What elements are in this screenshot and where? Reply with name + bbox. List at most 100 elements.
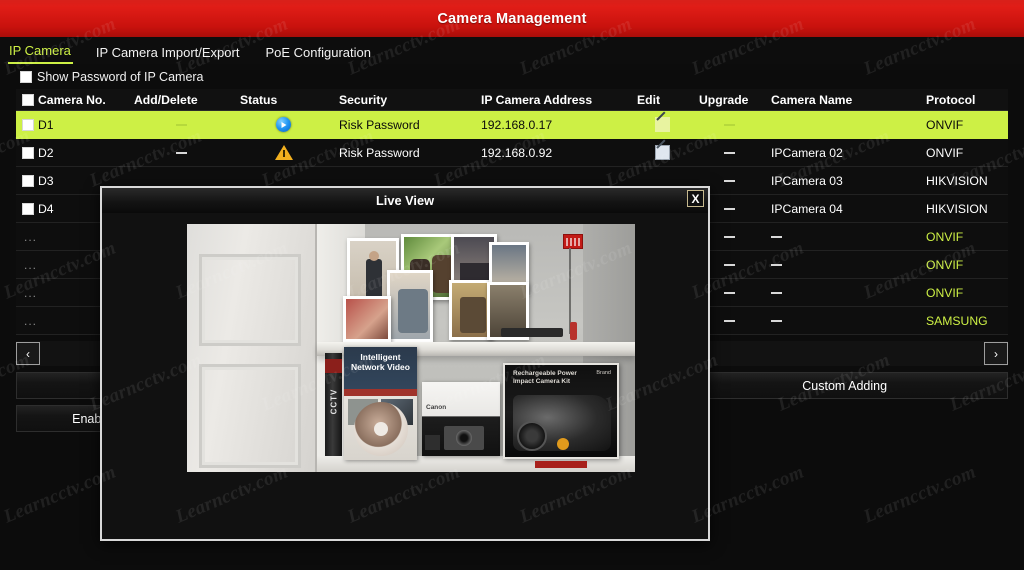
tab-poe-configuration-label: PoE Configuration [265,45,371,60]
tab-ip-camera-import-export-label: IP Camera Import/Export [96,45,240,60]
cell-camera-name[interactable] [765,251,920,278]
cell-security: Risk Password [333,111,475,138]
cell-status[interactable] [234,111,333,138]
dash-icon [771,264,782,266]
cell-camera-name[interactable] [765,279,920,306]
cell-status[interactable] [234,139,333,166]
column-header-camera-no[interactable]: Camera No. [16,93,128,107]
camera-no-label: D3 [38,174,54,188]
video-canon-label: Canon [426,404,446,411]
video-book-red-bar [344,389,417,396]
cell-camera-name[interactable]: IPCamera 04 [765,195,920,222]
column-header-upgrade[interactable]: Upgrade [693,93,765,107]
tab-bar: IP Camera IP Camera Import/Export PoE Co… [0,37,1024,64]
video-drill-wheel [517,421,547,451]
cell-upgrade[interactable] [693,139,765,166]
camera-management-window: Camera Management IP Camera IP Camera Im… [0,0,1024,570]
cell-add-delete[interactable] [128,111,234,138]
live-view-body: Intelligent Network Video Canon Recharge [102,213,708,539]
protocol-label: ONVIF [926,146,963,160]
security-label: Risk Password [339,146,420,160]
camera-no-placeholder: ... [24,314,37,328]
column-header-add-delete[interactable]: Add/Delete [128,93,234,107]
camera-no-placeholder: ... [24,230,37,244]
ip-address-label: 192.168.0.17 [481,118,552,132]
cell-ip-address: 192.168.0.17 [475,111,631,138]
column-header-status[interactable]: Status [234,93,333,107]
cell-protocol: ONVIF [920,111,1008,138]
table-row[interactable]: D1 Risk Password 192.168.0.17 ONVIF [16,111,1008,139]
show-password-label: Show Password of IP Camera [37,70,204,84]
show-password-checkbox[interactable] [20,71,32,83]
tab-ip-camera-label: IP Camera [9,43,71,58]
cell-camera-name[interactable]: IPCamera 02 [765,139,920,166]
video-intelligent-network-video-book: Intelligent Network Video [344,347,417,460]
protocol-label: HIKVISION [926,202,988,216]
cell-camera-no[interactable]: D2 [16,139,128,166]
column-header-security[interactable]: Security [333,93,475,107]
video-book-disc [354,402,408,456]
pencil-icon[interactable] [655,145,670,160]
tab-ip-camera[interactable]: IP Camera [8,43,73,64]
warning-triangle-icon[interactable] [275,145,293,160]
column-header-edit[interactable]: Edit [631,93,693,107]
cell-edit[interactable] [631,111,693,138]
camera-name-label: IPCamera 02 [771,146,843,160]
dash-icon [176,124,187,126]
cell-security: Risk Password [333,139,475,166]
video-canon-camera-box: Canon [422,382,500,456]
show-password-row: Show Password of IP Camera [0,64,1024,89]
select-all-checkbox[interactable] [22,94,34,106]
row-checkbox[interactable] [22,147,34,159]
play-circle-icon[interactable] [276,117,291,132]
dash-icon [771,320,782,322]
cell-protocol: HIKVISION [920,167,1008,194]
camera-no-label: D1 [38,118,54,132]
cell-camera-name[interactable]: IPCamera 03 [765,167,920,194]
protocol-label: ONVIF [926,230,963,244]
protocol-label: ONVIF [926,258,963,272]
video-drill-badge [557,438,569,450]
close-icon[interactable]: X [687,190,704,207]
cell-camera-name[interactable] [765,307,920,334]
cell-camera-name[interactable] [765,111,920,138]
cell-camera-no[interactable]: D1 [16,111,128,138]
row-checkbox[interactable] [22,119,34,131]
cell-add-delete[interactable] [128,139,234,166]
window-title-bar: Camera Management [0,0,1024,37]
pager-prev-button[interactable]: ‹ [16,342,40,365]
cell-ip-address: 192.168.0.92 [475,139,631,166]
tab-poe-configuration[interactable]: PoE Configuration [264,45,382,64]
dash-icon [724,264,735,266]
video-drill-brand: Brand [596,370,611,376]
video-canon-camera-image [444,426,484,450]
column-header-protocol[interactable]: Protocol [920,93,1008,107]
security-label: Risk Password [339,118,420,132]
cell-camera-name[interactable] [765,223,920,250]
video-photo-frame [343,296,391,342]
row-checkbox[interactable] [22,175,34,187]
dash-icon [724,124,735,126]
video-door-panel [187,224,317,472]
pager-next-button[interactable]: › [984,342,1008,365]
protocol-label: ONVIF [926,118,963,132]
tab-ip-camera-import-export[interactable]: IP Camera Import/Export [95,45,251,64]
video-drill-title-line1: Rechargeable Power [513,370,577,377]
column-header-ip-camera-address[interactable]: IP Camera Address [475,93,631,107]
dash-icon [724,152,735,154]
pencil-icon[interactable] [655,117,670,132]
video-power-tool-box: Rechargeable Power Impact Camera Kit Bra… [503,363,619,459]
custom-adding-button[interactable]: Custom Adding [681,372,1008,399]
live-view-video[interactable]: Intelligent Network Video Canon Recharge [187,224,635,472]
column-header-camera-name[interactable]: Camera Name [765,93,920,107]
cell-upgrade[interactable] [693,111,765,138]
table-row[interactable]: D2 Risk Password 192.168.0.92 IPCamera 02 ON… [16,139,1008,167]
video-book-title-line2: Network Video [351,362,410,372]
cell-protocol: ONVIF [920,251,1008,278]
protocol-label: HIKVISION [926,174,988,188]
row-checkbox[interactable] [22,203,34,215]
cell-edit[interactable] [631,139,693,166]
dash-icon [724,236,735,238]
video-book-title-line1: Intelligent [360,352,400,362]
video-cctv-book [325,353,342,456]
